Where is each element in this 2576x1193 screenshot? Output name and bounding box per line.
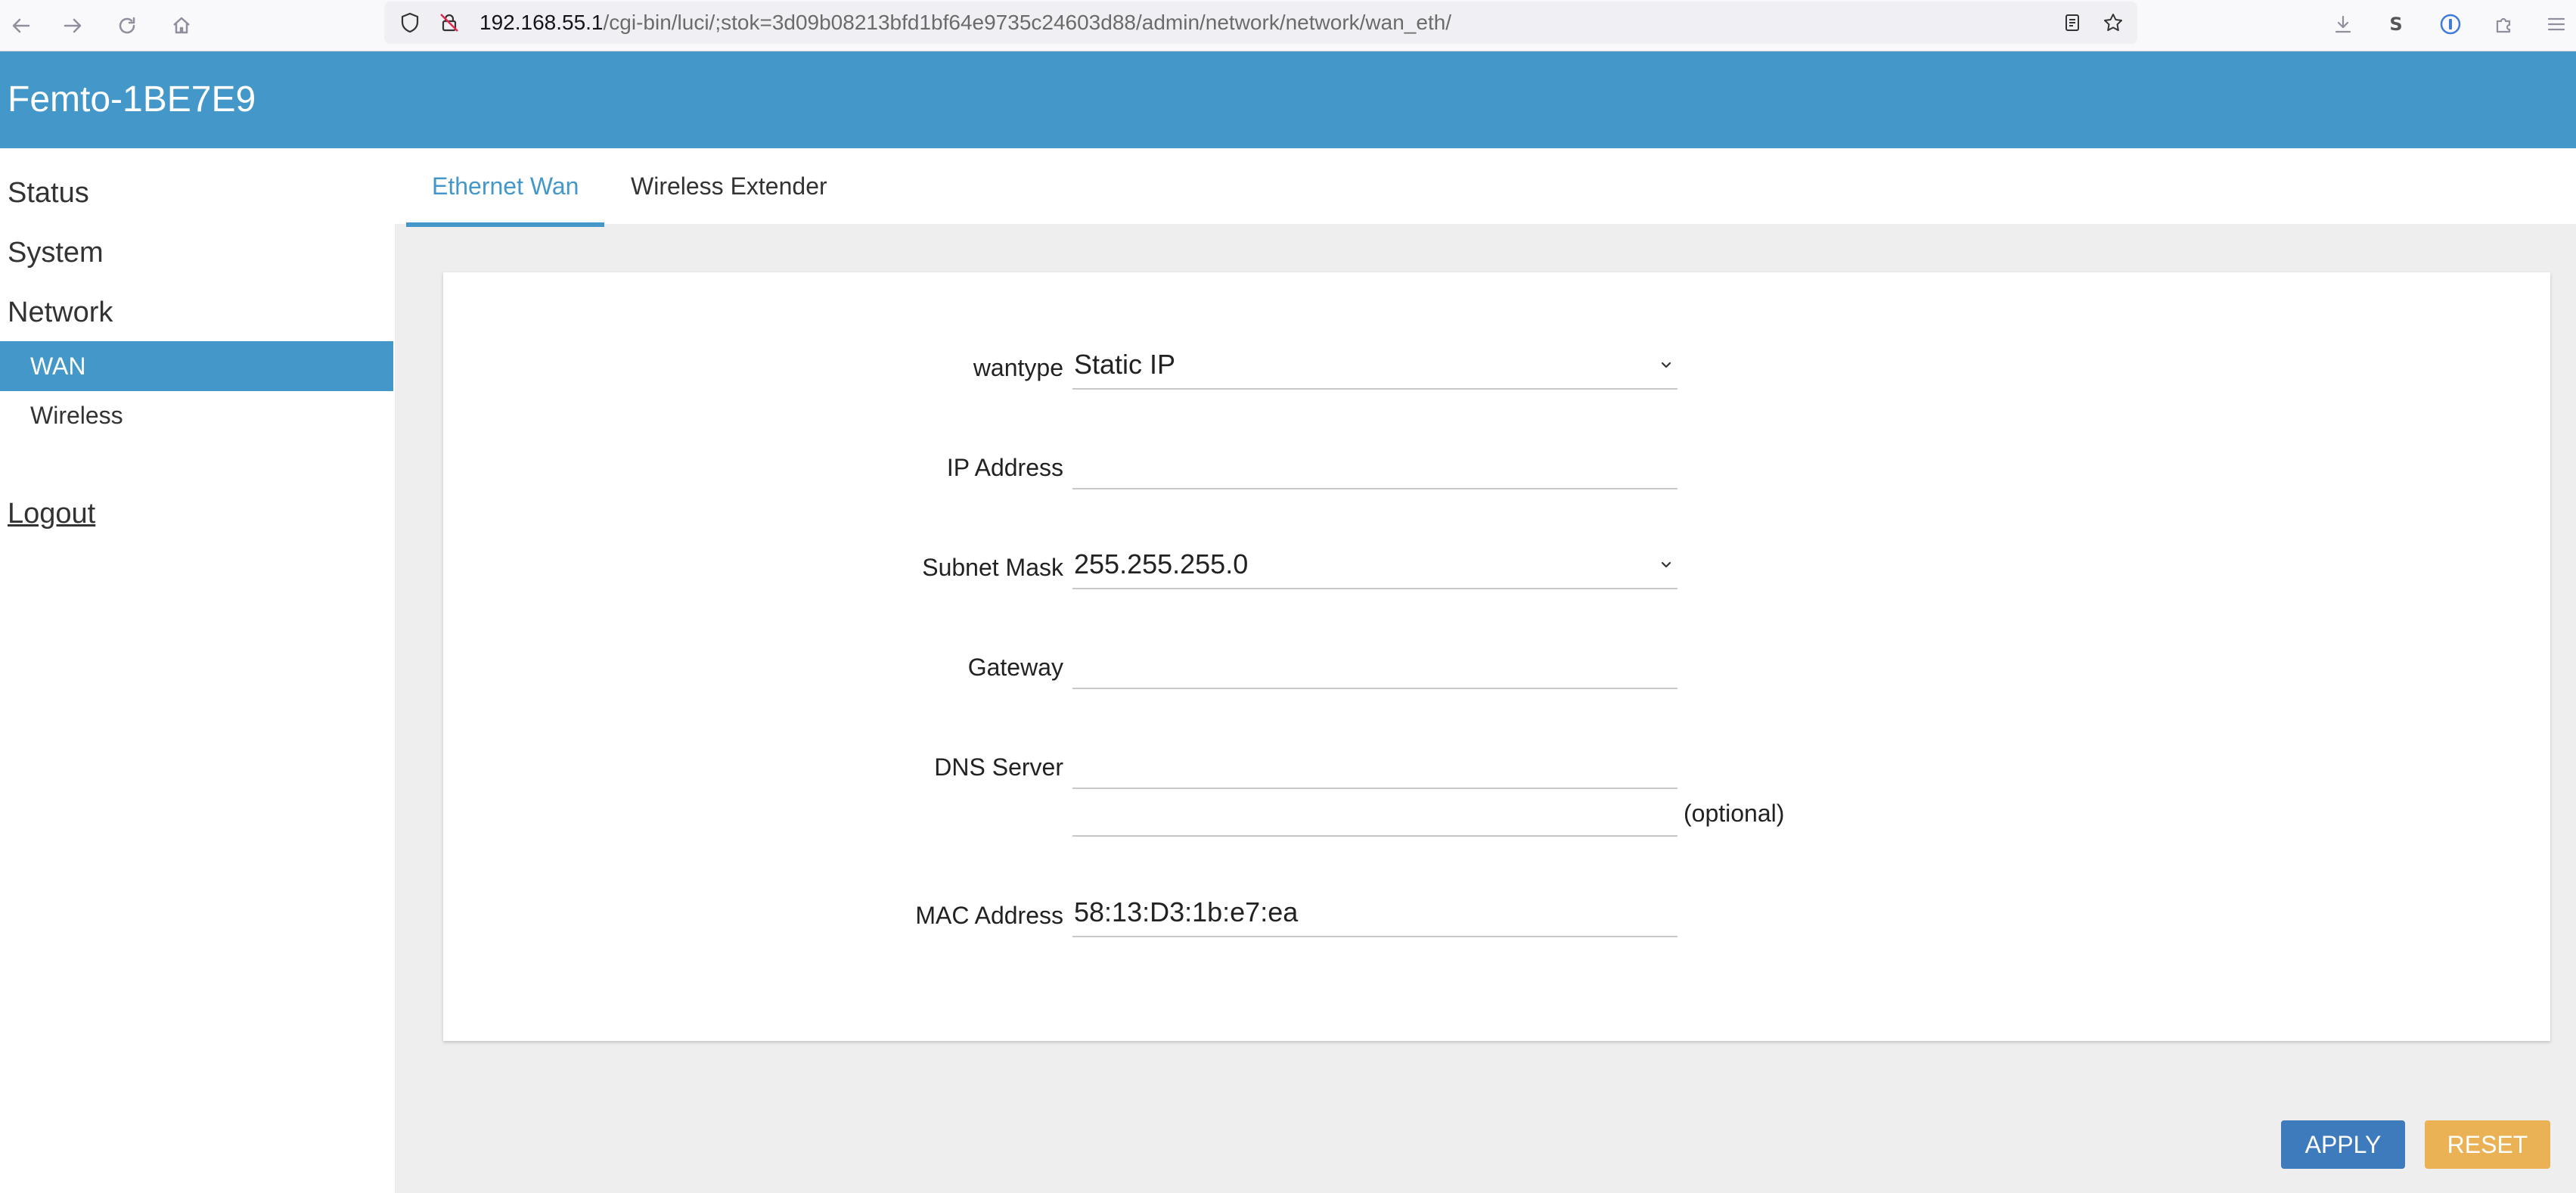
hamburger-menu-icon[interactable] [2540,8,2573,41]
reload-icon[interactable] [109,8,145,44]
wantype-value: Static IP [1074,349,1176,380]
shield-icon[interactable] [396,9,424,36]
app-header: Femto-1BE7E9 [0,51,2576,148]
url-text: 192.168.55.1/cgi-bin/luci/;stok=3d09b082… [480,11,1451,35]
mac-address-input[interactable]: 58:13:D3:1b:e7:ea [1072,890,1678,937]
back-icon[interactable] [3,8,39,44]
sidebar: Status System Network WAN Wireless Logou… [0,148,395,1193]
device-title: Femto-1BE7E9 [8,79,256,120]
bookmark-star-icon[interactable] [2100,9,2127,36]
reader-view-icon[interactable] [2059,9,2086,36]
chevron-down-icon [1661,362,1671,368]
ip-address-label: IP Address [946,454,1063,481]
url-host: 192.168.55.1 [480,11,604,34]
wantype-select[interactable]: Static IP [1072,343,1678,390]
sidebar-item-status[interactable]: Status [8,176,89,210]
sidebar-item-wireless[interactable]: Wireless [0,390,393,440]
subnet-mask-label: Subnet Mask [922,554,1063,581]
browser-toolbar: 192.168.55.1/cgi-bin/luci/;stok=3d09b082… [0,0,2576,51]
optional-note: (optional) [1684,800,1785,827]
tab-ethernet-wan[interactable]: Ethernet Wan [406,148,605,227]
dns-server-1-input[interactable] [1072,742,1678,789]
url-path: /cgi-bin/luci/;stok=3d09b08213bfd1bf64e9… [603,11,1452,34]
wantype-label: wantype [973,354,1063,381]
extension-s-icon[interactable]: S [2379,8,2413,41]
svg-text:S: S [2389,14,2402,35]
extensions-puzzle-icon[interactable] [2487,8,2520,41]
insecure-lock-icon[interactable] [436,9,463,36]
chevron-down-icon [1661,561,1671,568]
url-bar[interactable]: 192.168.55.1/cgi-bin/luci/;stok=3d09b082… [384,2,2137,44]
sidebar-item-wan[interactable]: WAN [0,341,393,391]
main-content: Ethernet Wan Wireless Extender wantype S… [395,148,2576,1193]
gateway-input[interactable] [1072,642,1678,689]
mac-address-label: MAC Address [915,902,1063,929]
tab-wireless-extender[interactable]: Wireless Extender [605,148,853,227]
download-icon[interactable] [2326,8,2360,41]
sidebar-item-network[interactable]: Network [8,295,113,330]
dns-server-label: DNS Server [934,753,1063,781]
ip-address-input[interactable] [1072,443,1678,489]
dns-server-2-input[interactable] [1072,790,1678,837]
gateway-label: Gateway [967,654,1063,681]
home-icon[interactable] [163,8,200,44]
forward-icon[interactable] [54,8,91,44]
subnet-mask-value: 255.255.255.0 [1074,548,1249,579]
logout-link[interactable]: Logout [8,496,95,531]
tab-bar: Ethernet Wan Wireless Extender [395,148,2576,227]
reset-button[interactable]: RESET [2425,1120,2550,1169]
apply-button[interactable]: APPLY [2281,1120,2405,1169]
password-manager-icon[interactable] [2434,8,2467,41]
wan-settings-card: wantype Static IP IP Address Subnet Mask… [443,272,2550,1041]
subnet-mask-select[interactable]: 255.255.255.0 [1072,542,1678,589]
sidebar-item-system[interactable]: System [8,235,104,270]
